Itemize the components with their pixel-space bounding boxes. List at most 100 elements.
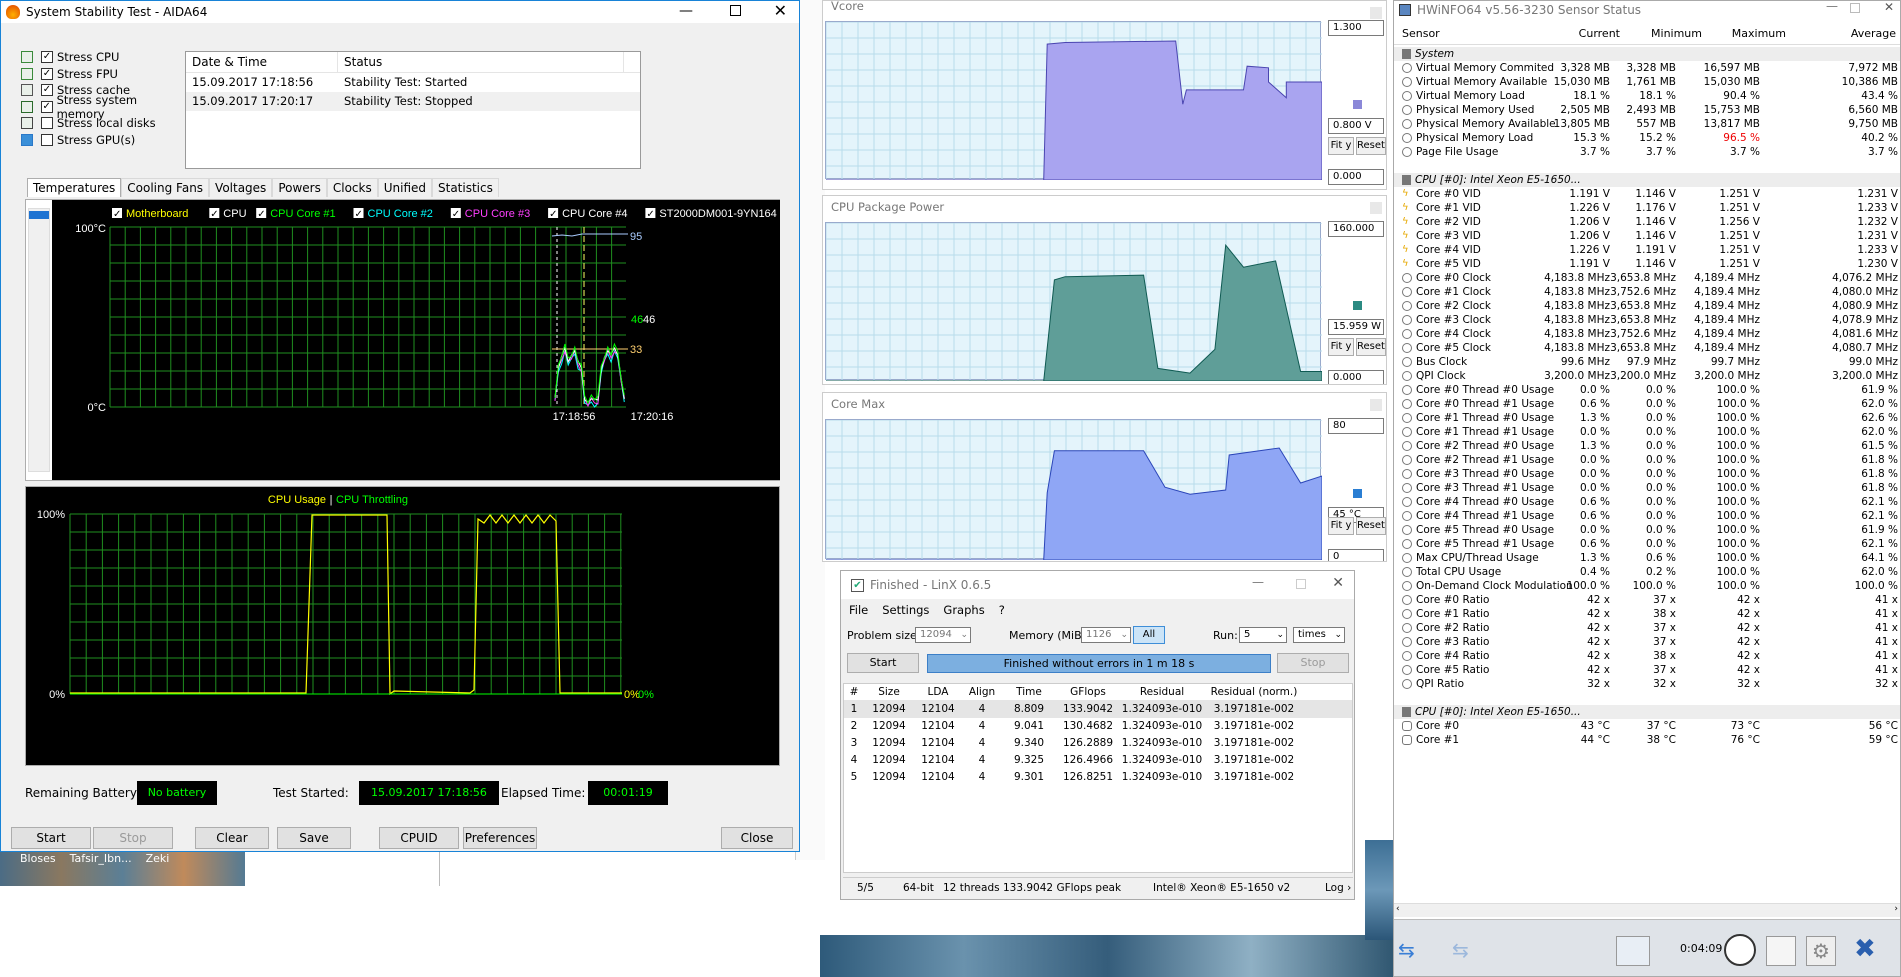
- tab-cooling-fans[interactable]: Cooling Fans: [121, 178, 210, 197]
- tab-unified[interactable]: Unified: [377, 178, 432, 197]
- linx-titlebar[interactable]: ✔ Finished - LinX 0.6.5 — ✕: [841, 571, 1354, 599]
- menu-item-settings[interactable]: Settings: [882, 603, 929, 617]
- desktop-icon-label[interactable]: Bloses: [20, 852, 56, 866]
- preferences-button[interactable]: Preferences: [463, 827, 537, 849]
- log-header-date[interactable]: Date & Time: [186, 52, 338, 72]
- col-average[interactable]: Average: [1851, 23, 1896, 45]
- maximize-icon[interactable]: [730, 5, 741, 16]
- linx-col-header[interactable]: Time: [1002, 684, 1056, 700]
- stress-checkbox[interactable]: [41, 133, 53, 146]
- log-header-status[interactable]: Status: [338, 52, 624, 72]
- sensor-row[interactable]: Core #1 Ratio 42 x 38 x 42 x 41 x: [1394, 607, 1900, 621]
- memory-combo[interactable]: 1126 ⌄: [1081, 627, 1131, 643]
- fit-y-button[interactable]: Fit y: [1328, 338, 1354, 356]
- stress-option[interactable]: ✓ Stress FPU: [21, 66, 186, 83]
- nav-arrows-dim-icon[interactable]: ⇆: [1452, 938, 1469, 962]
- reset-button[interactable]: Reset: [1356, 517, 1386, 535]
- sensor-row[interactable]: Core #0 Clock 4,183.8 MHz 3,653.8 MHz 4,189…: [1394, 271, 1900, 285]
- graph-max-field[interactable]: 80: [1328, 418, 1384, 434]
- menu-item-help[interactable]: ?: [999, 603, 1005, 617]
- table-row[interactable]: 5 12094 12104 4 9.301 126.8251 1.324093e-010 3.…: [844, 769, 1352, 786]
- settings-icon[interactable]: ⚙: [1806, 936, 1836, 966]
- close-button[interactable]: Close: [721, 827, 793, 849]
- sensor-row[interactable]: Virtual Memory Load 18.1 % 18.1 % 90.4 % 43.…: [1394, 89, 1900, 103]
- graph-close-button[interactable]: [1370, 399, 1382, 411]
- graph-min-field[interactable]: 0.000: [1328, 169, 1384, 185]
- sensor-row[interactable]: Core #3 Clock 4,183.8 MHz 3,653.8 MHz 4,189…: [1394, 313, 1900, 327]
- close-x-icon[interactable]: ✖: [1854, 934, 1876, 964]
- sensor-row[interactable]: Virtual Memory Available 15,030 MB 1,761 M…: [1394, 75, 1900, 89]
- aida64-titlebar[interactable]: System Stability Test - AIDA64 — ✕: [1, 1, 799, 23]
- sensor-row[interactable]: Core #1 Clock 4,183.8 MHz 3,752.6 MHz 4,189…: [1394, 285, 1900, 299]
- linx-col-header[interactable]: LDA: [914, 684, 962, 700]
- sensor-row[interactable]: Core #1 44 °C 38 °C 76 °C 59 °C: [1394, 733, 1900, 747]
- tab-powers[interactable]: Powers: [272, 178, 327, 197]
- linx-col-header[interactable]: Align: [962, 684, 1002, 700]
- minimize-icon[interactable]: —: [1826, 1, 1838, 13]
- sensor-row[interactable]: Page File Usage 3.7 % 3.7 % 3.7 % 3.7 %: [1394, 145, 1900, 159]
- tab-temperatures[interactable]: Temperatures: [27, 178, 122, 197]
- maximize-icon[interactable]: [1296, 579, 1306, 589]
- sensor-row[interactable]: Max CPU/Thread Usage 1.3 % 0.6 % 100.0 % 64.…: [1394, 551, 1900, 565]
- sensor-row[interactable]: Physical Memory Load 15.3 % 15.2 % 96.5 % 40…: [1394, 131, 1900, 145]
- menu-item-graphs[interactable]: Graphs: [943, 603, 984, 617]
- sensor-row[interactable]: Core #5 Thread #1 Usage 0.6 % 0.0 % 100.0 %…: [1394, 537, 1900, 551]
- sensor-row[interactable]: Core #1 Thread #0 Usage 1.3 % 0.0 % 100.0 %…: [1394, 411, 1900, 425]
- temp-scrollbar[interactable]: [28, 208, 50, 472]
- linx-col-header[interactable]: Residual: [1120, 684, 1204, 700]
- sensor-row[interactable]: Core #1 Thread #1 Usage 0.0 % 0.0 % 100.0 %…: [1394, 425, 1900, 439]
- stress-checkbox[interactable]: ✓: [41, 67, 53, 80]
- sensor-row[interactable]: Core #0 Ratio 42 x 37 x 42 x 41 x: [1394, 593, 1900, 607]
- fit-y-button[interactable]: Fit y: [1328, 517, 1354, 535]
- stress-checkbox[interactable]: [41, 117, 53, 130]
- sensor-row[interactable]: ϟ Core #4 VID 1.226 V 1.191 V 1.251 V 1.233 V: [1394, 243, 1900, 257]
- linx-log-link[interactable]: Log ›: [1325, 878, 1351, 898]
- run-combo[interactable]: 5 ⌄: [1239, 627, 1287, 643]
- linx-stop-button[interactable]: Stop: [1277, 653, 1349, 673]
- tab-statistics[interactable]: Statistics: [432, 178, 499, 197]
- graph-max-field[interactable]: 1.300: [1328, 20, 1384, 36]
- sensor-row[interactable]: Core #2 Clock 4,183.8 MHz 3,653.8 MHz 4,189…: [1394, 299, 1900, 313]
- desktop-icon-label[interactable]: Zeki: [146, 852, 170, 866]
- sensor-group[interactable]: System: [1394, 47, 1900, 61]
- table-row[interactable]: 3 12094 12104 4 9.340 126.2889 1.324093e-010 3.…: [844, 735, 1352, 752]
- sensor-row[interactable]: Physical Memory Used 2,505 MB 2,493 MB 15,7…: [1394, 103, 1900, 117]
- problem-size-combo[interactable]: 12094 ⌄: [915, 627, 971, 643]
- cpuid-button[interactable]: CPUID: [379, 827, 459, 849]
- close-icon[interactable]: ✕: [1884, 1, 1894, 14]
- graph-color-swatch[interactable]: [1353, 489, 1362, 498]
- sensor-row[interactable]: ϟ Core #1 VID 1.226 V 1.176 V 1.251 V 1.233 V: [1394, 201, 1900, 215]
- col-minimum[interactable]: Minimum: [1651, 23, 1702, 45]
- graph-close-button[interactable]: [1370, 7, 1382, 19]
- table-row[interactable]: 4 12094 12104 4 9.325 126.4966 1.324093e-010 3.…: [844, 752, 1352, 769]
- sensor-row[interactable]: Core #4 Thread #0 Usage 0.6 % 0.0 % 100.0 %…: [1394, 495, 1900, 509]
- sensor-row[interactable]: Core #2 Thread #0 Usage 1.3 % 0.0 % 100.0 %…: [1394, 439, 1900, 453]
- sensor-row[interactable]: Total CPU Usage 0.4 % 0.2 % 100.0 % 62.0 %: [1394, 565, 1900, 579]
- sensor-row[interactable]: ϟ Core #0 VID 1.191 V 1.146 V 1.251 V 1.231 V: [1394, 187, 1900, 201]
- minimize-icon[interactable]: —: [1252, 575, 1264, 589]
- col-current[interactable]: Current: [1579, 23, 1620, 45]
- all-button[interactable]: All: [1133, 626, 1165, 644]
- sensor-row[interactable]: On-Demand Clock Modulation 100.0 % 100.0 %…: [1394, 579, 1900, 593]
- stop-button[interactable]: Stop: [93, 827, 173, 849]
- graph-current-field[interactable]: 15.959 W: [1328, 319, 1384, 335]
- report-icon[interactable]: [1766, 936, 1796, 966]
- sensor-group[interactable]: CPU [#0]: Intel Xeon E5-1650...: [1394, 173, 1900, 187]
- clear-button[interactable]: Clear: [195, 827, 269, 849]
- sensor-row[interactable]: QPI Ratio 32 x 32 x 32 x 32 x: [1394, 677, 1900, 691]
- linx-col-header[interactable]: Residual (norm.): [1204, 684, 1304, 700]
- linx-col-header[interactable]: GFlops: [1056, 684, 1120, 700]
- sensor-row[interactable]: Core #3 Thread #0 Usage 0.0 % 0.0 % 100.0 %…: [1394, 467, 1900, 481]
- close-icon[interactable]: ✕: [1332, 575, 1344, 591]
- sensor-row[interactable]: Core #4 Ratio 42 x 38 x 42 x 41 x: [1394, 649, 1900, 663]
- sensor-row[interactable]: ϟ Core #5 VID 1.191 V 1.146 V 1.251 V 1.230 V: [1394, 257, 1900, 271]
- tab-clocks[interactable]: Clocks: [326, 178, 378, 197]
- tab-voltages[interactable]: Voltages: [209, 178, 273, 197]
- sensor-row[interactable]: Bus Clock 99.6 MHz 97.9 MHz 99.7 MHz 99.0 MH…: [1394, 355, 1900, 369]
- reset-button[interactable]: Reset: [1356, 137, 1386, 155]
- sensor-row[interactable]: Core #3 Ratio 42 x 37 x 42 x 41 x: [1394, 635, 1900, 649]
- sensor-row[interactable]: ϟ Core #2 VID 1.206 V 1.146 V 1.256 V 1.232 V: [1394, 215, 1900, 229]
- graph-close-button[interactable]: [1370, 202, 1382, 214]
- scroll-left-icon[interactable]: ‹: [1396, 904, 1400, 914]
- sensor-row[interactable]: Core #5 Thread #0 Usage 0.0 % 0.0 % 100.0 %…: [1394, 523, 1900, 537]
